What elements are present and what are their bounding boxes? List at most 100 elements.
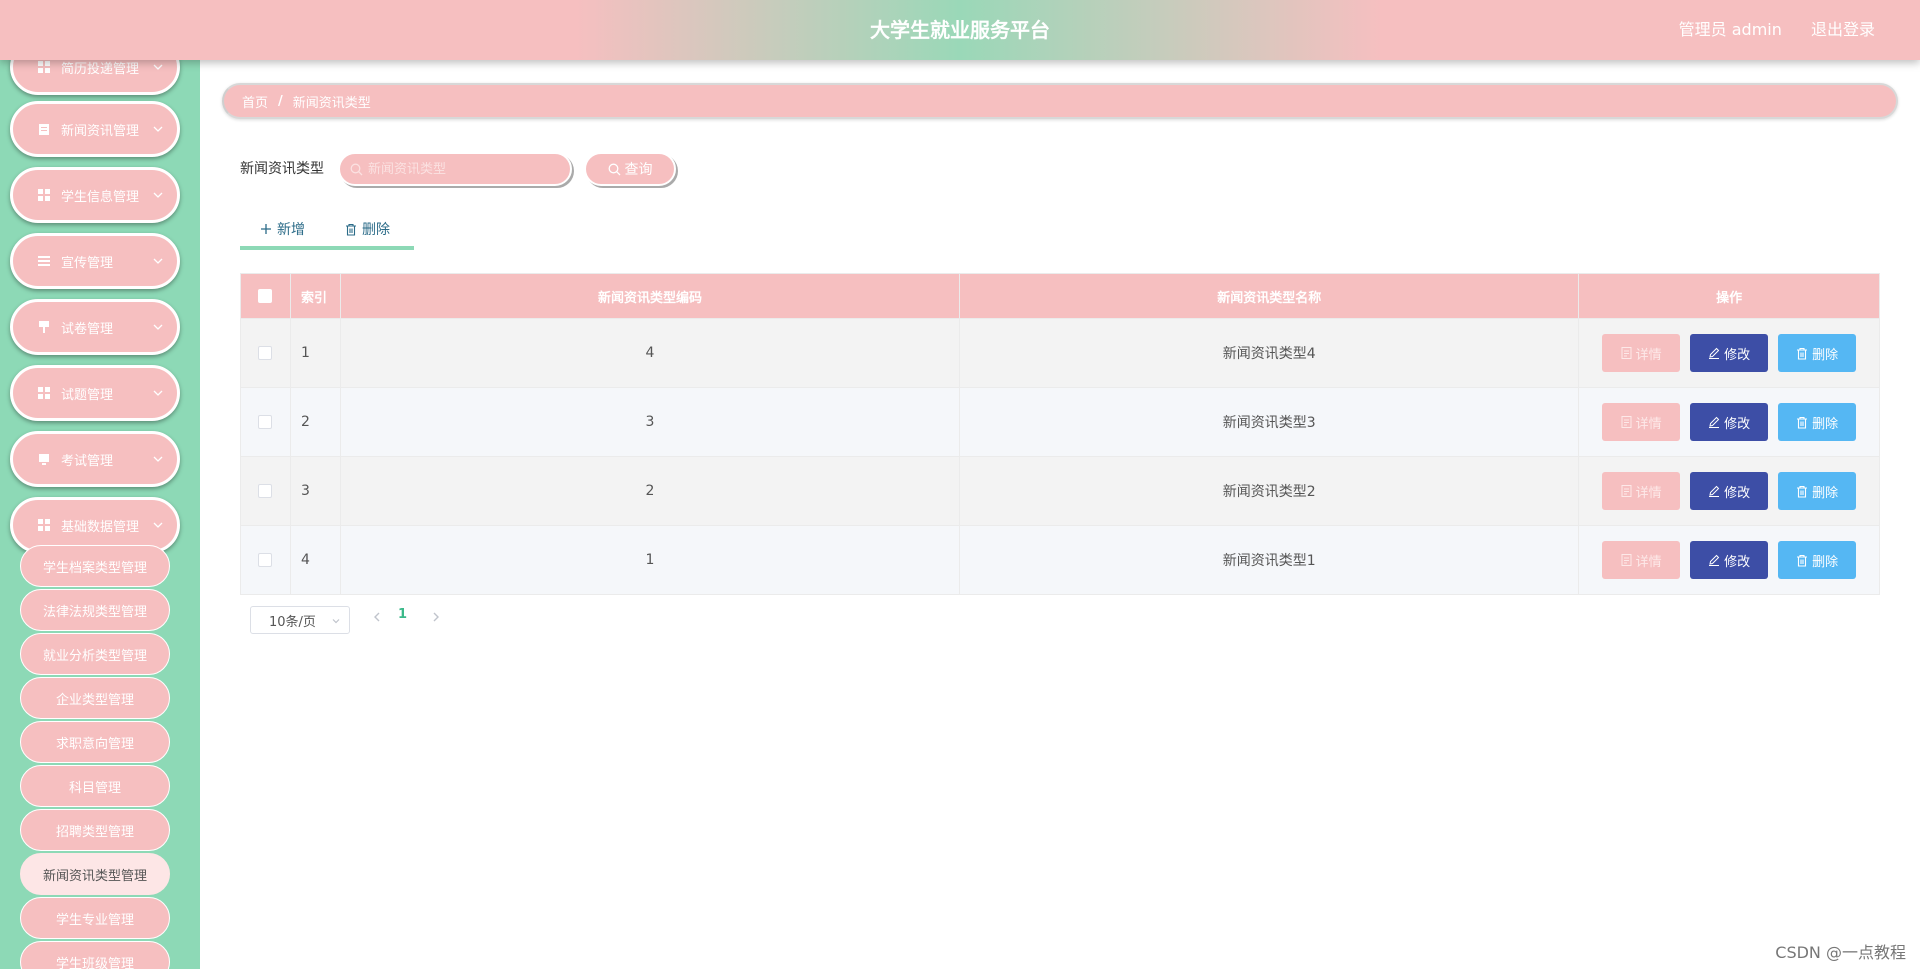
page-number[interactable]: 1 bbox=[398, 607, 407, 622]
row-name: 新闻资讯类型3 bbox=[960, 388, 1580, 456]
current-user[interactable]: 管理员 admin bbox=[1679, 20, 1782, 39]
chevron-down-icon bbox=[153, 390, 163, 396]
logout-link[interactable]: 退出登录 bbox=[1811, 20, 1875, 39]
sidebar-item-exams[interactable]: 考试管理 bbox=[10, 431, 180, 487]
batch-delete-button[interactable]: 删除 bbox=[345, 219, 390, 239]
select-all-checkbox[interactable] bbox=[258, 289, 273, 303]
chevron-down-icon bbox=[332, 619, 340, 624]
detail-button-label: 详情 bbox=[1635, 416, 1662, 432]
data-table: 索引 新闻资讯类型编码 新闻资讯类型名称 操作 1 4 新闻资讯类型4 详情 修… bbox=[240, 273, 1880, 595]
submenu-class[interactable]: 学生班级管理 bbox=[20, 941, 170, 969]
chevron-down-icon bbox=[153, 64, 163, 70]
row-actions: 详情 修改 删除 bbox=[1579, 526, 1879, 594]
sidebar-item-label: 新闻资讯管理 bbox=[61, 123, 140, 139]
breadcrumb-home[interactable]: 首页 bbox=[242, 92, 268, 111]
grid-icon bbox=[37, 60, 51, 74]
detail-button-label: 详情 bbox=[1635, 485, 1662, 501]
edit-button-label: 修改 bbox=[1724, 416, 1751, 432]
row-checkbox[interactable] bbox=[258, 484, 273, 498]
clipboard-icon bbox=[37, 122, 51, 136]
delete-button-label: 删除 bbox=[1812, 554, 1839, 570]
watermark: CSDN @一点教程 bbox=[1775, 943, 1906, 962]
submenu-company-type[interactable]: 企业类型管理 bbox=[20, 677, 170, 719]
user-area: 管理员 admin 退出登录 bbox=[1655, 0, 1875, 60]
sidebar-item-papers[interactable]: 试卷管理 bbox=[10, 299, 180, 355]
column-header: 操作 bbox=[1716, 290, 1743, 306]
sidebar-item-questions[interactable]: 试题管理 bbox=[10, 365, 180, 421]
column-header: 新闻资讯类型编码 bbox=[341, 274, 961, 318]
submenu-student-archive-type[interactable]: 学生档案类型管理 bbox=[20, 545, 170, 587]
submenu-employment-analysis-type[interactable]: 就业分析类型管理 bbox=[20, 633, 170, 675]
sidebar-item-label: 试题管理 bbox=[61, 387, 114, 403]
add-button-label: 新增 bbox=[277, 222, 305, 238]
sidebar-item-label: 宣传管理 bbox=[61, 255, 114, 271]
header-select-all[interactable] bbox=[241, 274, 291, 318]
breadcrumb: 首页 / 新闻资讯类型 bbox=[222, 83, 1898, 119]
submenu-news-type[interactable]: 新闻资讯类型管理 bbox=[20, 853, 170, 895]
edit-button[interactable]: 修改 bbox=[1690, 472, 1769, 510]
row-actions: 详情 修改 删除 bbox=[1579, 457, 1879, 525]
edit-button-label: 修改 bbox=[1724, 554, 1751, 570]
grid-icon bbox=[37, 188, 51, 202]
page-size-select[interactable]: 10条/页 bbox=[250, 606, 350, 634]
detail-button[interactable]: 详情 bbox=[1602, 541, 1681, 579]
top-header: 大学生就业服务平台 管理员 admin 退出登录 bbox=[0, 0, 1920, 60]
row-checkbox[interactable] bbox=[258, 553, 273, 567]
sidebar-item-promotion[interactable]: 宣传管理 bbox=[10, 233, 180, 289]
chevron-down-icon bbox=[153, 324, 163, 330]
table-header: 索引 新闻资讯类型编码 新闻资讯类型名称 操作 bbox=[241, 274, 1879, 318]
document-icon bbox=[1621, 347, 1632, 359]
document-icon bbox=[1621, 416, 1632, 428]
stamp-icon bbox=[37, 320, 51, 334]
sidebar-item-students[interactable]: 学生信息管理 bbox=[10, 167, 180, 223]
row-name: 新闻资讯类型1 bbox=[960, 526, 1580, 594]
row-name: 新闻资讯类型4 bbox=[960, 319, 1580, 387]
search-label: 新闻资讯类型 bbox=[240, 161, 324, 177]
prev-page-icon[interactable] bbox=[371, 609, 383, 625]
search-input[interactable] bbox=[368, 161, 558, 177]
delete-button[interactable]: 删除 bbox=[1778, 472, 1857, 510]
detail-button[interactable]: 详情 bbox=[1602, 403, 1681, 441]
document-icon bbox=[1621, 485, 1632, 497]
table-row: 3 2 新闻资讯类型2 详情 修改 删除 bbox=[241, 456, 1879, 525]
delete-button-label: 删除 bbox=[1812, 485, 1839, 501]
detail-button-label: 详情 bbox=[1635, 347, 1662, 363]
query-button-label: 查询 bbox=[624, 162, 653, 178]
edit-button[interactable]: 修改 bbox=[1690, 403, 1769, 441]
submenu-job-intention[interactable]: 求职意向管理 bbox=[20, 721, 170, 763]
delete-button[interactable]: 删除 bbox=[1778, 334, 1857, 372]
delete-button[interactable]: 删除 bbox=[1778, 541, 1857, 579]
edit-button[interactable]: 修改 bbox=[1690, 334, 1769, 372]
submenu-recruit-type[interactable]: 招聘类型管理 bbox=[20, 809, 170, 851]
submenu-subject[interactable]: 科目管理 bbox=[20, 765, 170, 807]
page-size-value: 10条/页 bbox=[269, 614, 316, 630]
row-name: 新闻资讯类型2 bbox=[960, 457, 1580, 525]
detail-button[interactable]: 详情 bbox=[1602, 334, 1681, 372]
sidebar-item-resume[interactable]: 简历投递管理 bbox=[10, 60, 180, 95]
document-icon bbox=[1621, 554, 1632, 566]
sidebar: 简历投递管理 新闻资讯管理 学生信息管理 宣传管理 试卷管理 试题管理 考试管理… bbox=[0, 60, 200, 969]
row-code: 2 bbox=[341, 457, 961, 525]
search-field[interactable] bbox=[338, 152, 572, 186]
delete-button[interactable]: 删除 bbox=[1778, 403, 1857, 441]
monitor-icon bbox=[37, 452, 51, 466]
trash-icon bbox=[1797, 554, 1808, 567]
delete-button-label: 删除 bbox=[1812, 416, 1839, 432]
row-checkbox[interactable] bbox=[258, 346, 273, 360]
chevron-down-icon bbox=[153, 258, 163, 264]
sidebar-item-news[interactable]: 新闻资讯管理 bbox=[10, 101, 180, 157]
row-checkbox[interactable] bbox=[258, 415, 273, 429]
grid-icon bbox=[37, 518, 51, 532]
row-select bbox=[241, 457, 291, 525]
submenu-law-type[interactable]: 法律法规类型管理 bbox=[20, 589, 170, 631]
add-button[interactable]: 新增 bbox=[260, 219, 305, 239]
query-button[interactable]: 查询 bbox=[584, 152, 676, 186]
next-page-icon[interactable] bbox=[430, 609, 442, 625]
detail-button[interactable]: 详情 bbox=[1602, 472, 1681, 510]
edit-button[interactable]: 修改 bbox=[1690, 541, 1769, 579]
submenu-major[interactable]: 学生专业管理 bbox=[20, 897, 170, 939]
batch-delete-button-label: 删除 bbox=[362, 222, 390, 238]
search-icon bbox=[350, 163, 363, 176]
row-select bbox=[241, 319, 291, 387]
trash-icon bbox=[346, 223, 356, 236]
